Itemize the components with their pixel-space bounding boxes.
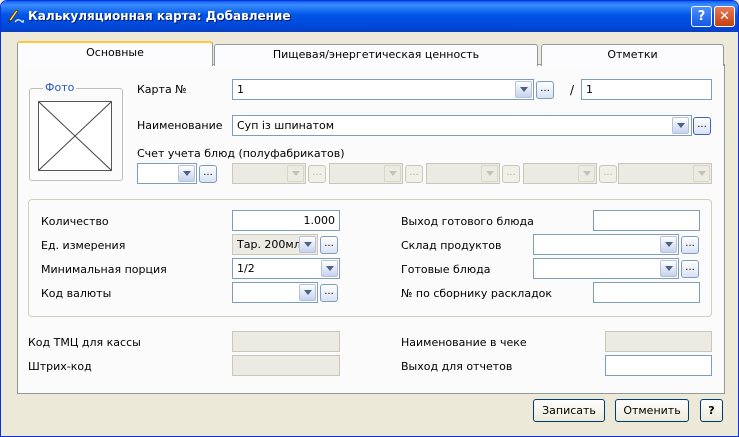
yield-label: Выход готового блюда — [401, 215, 534, 228]
account-dropdown-6 — [693, 165, 710, 182]
min-portion-label: Минимальная порция — [41, 263, 167, 276]
account-dropdown-1[interactable] — [178, 165, 195, 182]
currency-label: Код валюты — [41, 287, 112, 300]
tab-nutrition[interactable]: Пищевая/энергетическая ценность — [214, 44, 538, 66]
yield-field[interactable] — [593, 210, 700, 231]
account-dropdown-3 — [384, 165, 401, 182]
save-button[interactable]: Записать — [533, 399, 605, 422]
ready-dishes-browse-button[interactable]: ... — [681, 260, 699, 278]
quantity-field[interactable]: 1.000 — [232, 210, 340, 231]
account-browse-button-1[interactable]: ... — [199, 165, 217, 183]
warehouse-dropdown[interactable] — [660, 236, 677, 253]
account-dropdown-2 — [287, 165, 304, 182]
dialog-window: Калькуляционная карта: Добавление ? ✕ Ос… — [0, 0, 739, 437]
empty-image-icon — [38, 101, 112, 171]
card-number-dropdown[interactable] — [515, 81, 532, 98]
tmc-code-field — [232, 331, 340, 352]
card-separator: / — [570, 83, 575, 97]
card-number-browse-button[interactable]: ... — [536, 81, 554, 99]
name-browse-button[interactable]: ... — [693, 117, 711, 135]
ready-dishes-label: Готовые блюда — [401, 263, 491, 276]
title-bar[interactable]: Калькуляционная карта: Добавление ? ✕ — [1, 1, 738, 32]
receipt-name-field — [605, 331, 712, 352]
receipt-name-label: Наименование в чеке — [401, 336, 527, 349]
unit-browse-button[interactable]: ... — [320, 236, 338, 254]
tab-main[interactable]: Основные — [17, 41, 213, 66]
collection-number-label: № по сборнику раскладок — [401, 287, 553, 300]
warehouse-browse-button[interactable]: ... — [681, 236, 699, 254]
account-browse-button-3: ... — [405, 165, 423, 183]
card-suffix-field[interactable]: 1 — [581, 79, 712, 100]
barcode-field — [232, 355, 340, 376]
account-dropdown-5 — [578, 165, 595, 182]
currency-browse-button[interactable]: ... — [320, 284, 338, 302]
ready-dishes-field[interactable] — [533, 258, 679, 279]
cancel-button[interactable]: Отменить — [615, 399, 689, 422]
ready-dishes-dropdown[interactable] — [660, 260, 677, 277]
quantity-label: Количество — [41, 215, 109, 228]
photo-label: Фото — [43, 81, 77, 94]
account-dropdown-4 — [481, 165, 498, 182]
name-label: Наименование — [137, 119, 223, 132]
report-yield-label: Выход для отчетов — [401, 360, 513, 373]
help-button[interactable]: ? — [700, 399, 723, 422]
photo-placeholder[interactable] — [38, 101, 112, 171]
min-portion-dropdown[interactable] — [321, 260, 338, 277]
account-browse-button-4: ... — [502, 165, 520, 183]
close-button[interactable]: ✕ — [714, 6, 735, 27]
collection-number-field[interactable] — [593, 282, 700, 303]
currency-dropdown[interactable] — [299, 284, 316, 301]
unit-dropdown[interactable] — [299, 236, 316, 253]
warehouse-label: Склад продуктов — [401, 239, 502, 252]
calculation-card-icon — [8, 9, 24, 23]
name-field[interactable]: Суп із шпинатом — [232, 115, 692, 136]
name-dropdown[interactable] — [672, 117, 689, 134]
account-browse-button-2: ... — [308, 165, 326, 183]
unit-label: Ед. измерения — [41, 239, 126, 252]
tmc-code-label: Код ТМЦ для кассы — [28, 336, 141, 349]
account-label: Счет учета блюд (полуфабрикатов) — [137, 147, 345, 160]
warehouse-field[interactable] — [533, 234, 679, 255]
card-number-field[interactable]: 1 — [232, 79, 534, 100]
title-help-button[interactable]: ? — [691, 6, 712, 27]
tab-marks[interactable]: Отметки — [541, 44, 724, 66]
barcode-label: Штрих-код — [28, 360, 92, 373]
window-title: Калькуляционная карта: Добавление — [28, 9, 291, 23]
card-number-label: Карта № — [137, 83, 187, 96]
account-browse-button-5: ... — [599, 165, 617, 183]
report-yield-field[interactable] — [605, 355, 712, 376]
